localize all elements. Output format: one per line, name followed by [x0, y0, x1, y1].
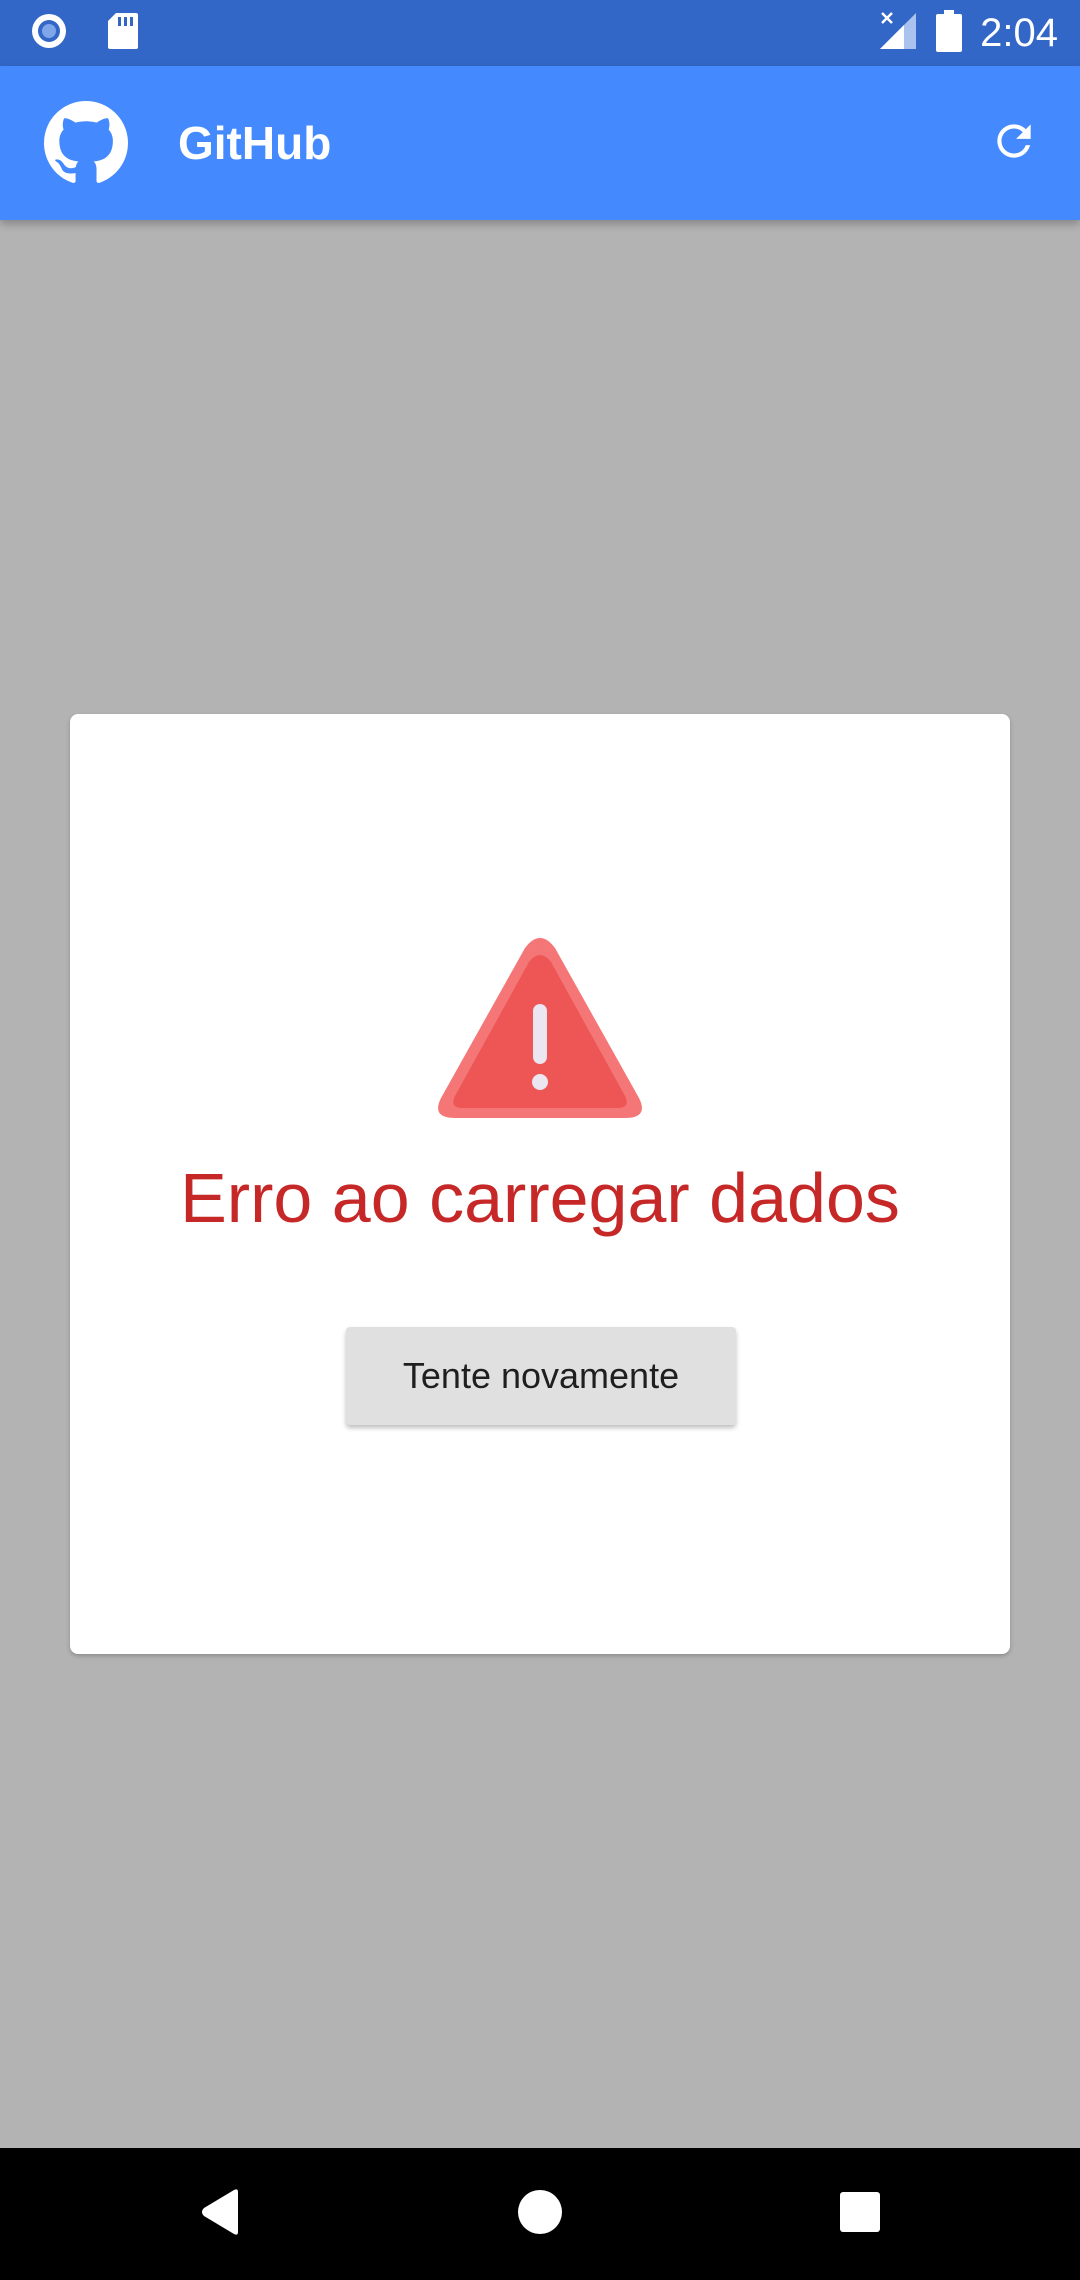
recents-icon — [839, 2191, 881, 2238]
navigation-bar — [0, 2148, 1080, 2280]
status-bar-right: 2:04 — [878, 8, 1058, 58]
status-bar: 2:04 — [0, 0, 1080, 66]
retry-button[interactable]: Tente novamente — [346, 1327, 736, 1425]
back-button[interactable] — [190, 2184, 250, 2244]
app-title: GitHub — [178, 117, 332, 169]
record-icon — [28, 10, 70, 57]
github-logo-icon — [44, 101, 128, 185]
refresh-button[interactable] — [984, 113, 1044, 173]
app-bar: GitHub — [0, 66, 1080, 220]
sd-card-icon — [106, 11, 140, 56]
warning-triangle-icon — [435, 934, 645, 1124]
back-icon — [198, 2188, 242, 2241]
status-time: 2:04 — [980, 10, 1058, 55]
status-bar-left — [28, 12, 140, 54]
recents-button[interactable] — [830, 2184, 890, 2244]
signal-no-data-icon — [878, 11, 918, 56]
home-button[interactable] — [510, 2184, 570, 2244]
home-icon — [517, 2189, 563, 2240]
refresh-icon — [989, 116, 1039, 171]
error-card: Erro ao carregar dados Tente novamente — [70, 714, 1010, 1654]
error-message: Erro ao carregar dados — [180, 1159, 900, 1237]
battery-icon — [936, 9, 963, 57]
